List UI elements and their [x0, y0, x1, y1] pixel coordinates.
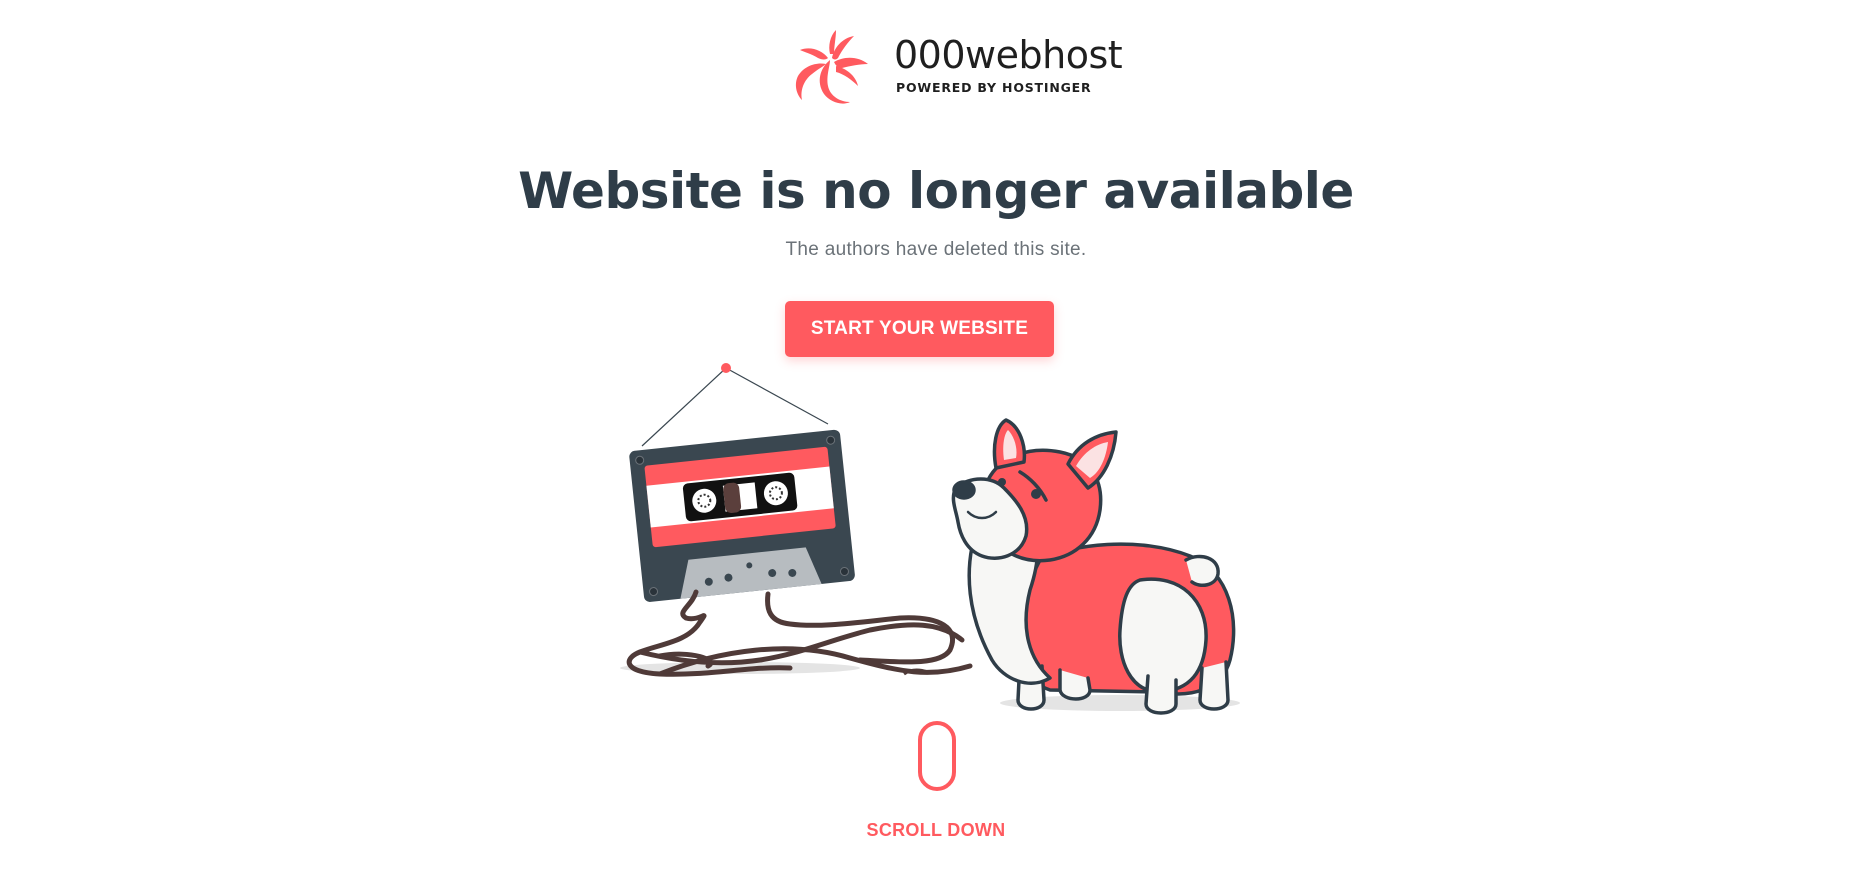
mouse-scroll-icon[interactable]	[917, 720, 957, 792]
page-title: Website is no longer available	[518, 162, 1354, 220]
swirl-logo-icon	[795, 30, 868, 104]
page-subtitle: The authors have deleted this site.	[785, 239, 1087, 260]
cassette-tape-icon	[629, 363, 855, 602]
scroll-down-link[interactable]: SCROLL DOWN	[0, 820, 1872, 841]
corgi-dog-icon	[951, 418, 1236, 715]
start-website-button[interactable]: START YOUR WEBSITE	[785, 301, 1054, 357]
brand-name: 000webhost	[894, 33, 1123, 77]
brand-tagline: POWERED BY HOSTINGER	[896, 80, 1092, 95]
cassette-and-corgi-illustration	[620, 363, 1240, 715]
brand-logo[interactable]: 000webhost POWERED BY HOSTINGER	[790, 24, 1123, 108]
page: 000webhost POWERED BY HOSTINGER Website …	[0, 0, 1872, 885]
